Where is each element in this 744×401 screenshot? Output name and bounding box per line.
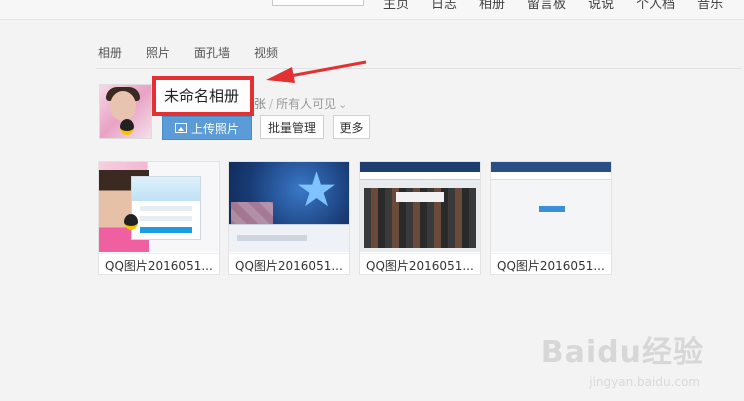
photo-caption[interactable]: QQ图片2016051...: [360, 253, 480, 274]
top-nav-message-board[interactable]: 留言板: [527, 0, 566, 12]
top-bar: 主页 日志 相册 留言板 说说 个人档 音乐 时: [0, 0, 744, 20]
tab-photos[interactable]: 照片: [146, 44, 170, 61]
top-nav: 主页 日志 相册 留言板 说说 个人档 音乐 时: [383, 0, 744, 12]
red-arrow-annotation: [266, 60, 367, 83]
upload-label: 上传照片: [190, 121, 239, 136]
thumb-panel: [229, 224, 349, 252]
photo-caption[interactable]: QQ图片2016051...: [99, 253, 219, 274]
qq-penguin-icon: [120, 119, 134, 135]
tab-divider: [96, 68, 742, 69]
qq-penguin-icon: [124, 214, 138, 230]
photo-thumbnail[interactable]: [360, 162, 480, 252]
thumb-dialog: [396, 192, 444, 202]
photo-count-suffix: 张: [254, 97, 267, 111]
photo-card[interactable]: ★ QQ图片2016051...: [228, 161, 350, 275]
batch-manage-button[interactable]: 批量管理: [260, 115, 324, 139]
photo-card[interactable]: QQ图片2016051...: [98, 161, 220, 275]
album-page: 相册 照片 面孔墙 视频 未命名相册 张 / 所有人可见 ⌄ 上传照片 批量管理 更多…: [0, 20, 744, 401]
thumb-qq-login-window: [131, 176, 201, 240]
thumb-blue-button: [539, 206, 565, 212]
photo-thumbnail[interactable]: [491, 162, 611, 252]
upload-photos-button[interactable]: 上传照片: [162, 116, 252, 140]
cover-face: [110, 91, 136, 121]
chevron-down-icon[interactable]: ⌄: [338, 98, 347, 111]
tab-face-wall[interactable]: 面孔墙: [194, 44, 230, 61]
top-nav-blog[interactable]: 日志: [431, 0, 457, 12]
album-cover[interactable]: [99, 84, 152, 139]
search-box-edge[interactable]: [272, 0, 364, 6]
top-nav-home[interactable]: 主页: [383, 0, 409, 12]
photo-thumbnail[interactable]: [99, 162, 219, 252]
top-nav-album[interactable]: 相册: [479, 0, 505, 12]
top-nav-music[interactable]: 音乐: [697, 0, 723, 12]
album-meta: 张 / 所有人可见 ⌄: [254, 95, 347, 112]
watermark-url: jingyan.baidu.com: [589, 375, 700, 389]
photo-card[interactable]: QQ图片2016051...: [490, 161, 612, 275]
image-icon: [174, 123, 187, 133]
star-icon: ★: [295, 162, 339, 218]
photo-caption[interactable]: QQ图片2016051...: [491, 253, 611, 274]
more-button[interactable]: 更多: [333, 115, 370, 139]
meta-separator: /: [269, 97, 274, 111]
album-name-highlight[interactable]: 未命名相册: [152, 76, 254, 116]
album-name[interactable]: 未命名相册: [164, 84, 242, 108]
top-nav-shuoshuo[interactable]: 说说: [588, 0, 614, 12]
visibility-label[interactable]: 所有人可见: [276, 97, 336, 111]
top-nav-profile[interactable]: 个人档: [636, 0, 675, 12]
photo-thumbnail[interactable]: ★: [229, 162, 349, 252]
tab-albums[interactable]: 相册: [98, 44, 122, 61]
photo-card[interactable]: QQ图片2016051...: [359, 161, 481, 275]
photo-caption[interactable]: QQ图片2016051...: [229, 253, 349, 274]
baidu-jingyan-watermark: Baidu经验: [540, 335, 704, 370]
